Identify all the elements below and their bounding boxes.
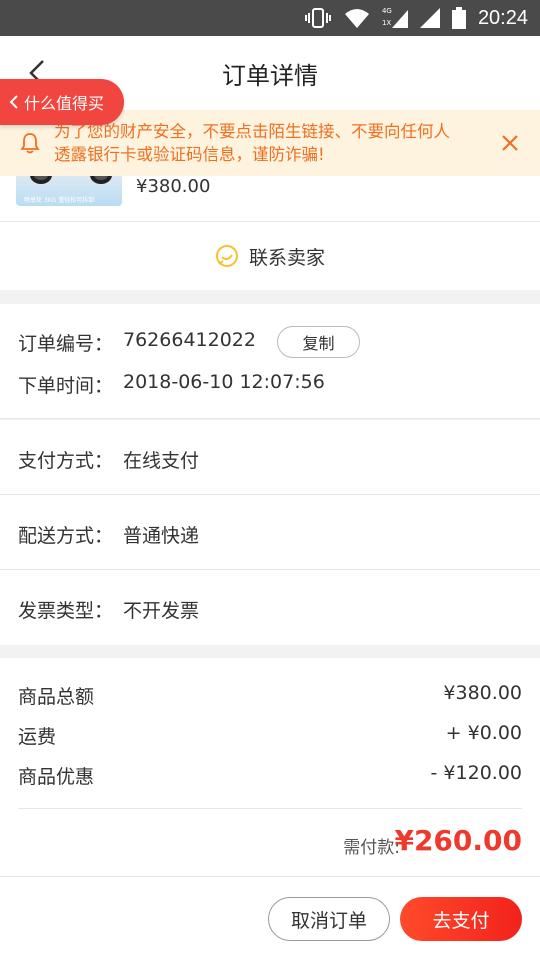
invoice-type-value: 不开发票: [123, 600, 200, 622]
signal-icon: [419, 8, 440, 28]
delivery-method-row: 配送方式： 普通快递: [0, 495, 540, 570]
close-icon: [502, 135, 518, 151]
discount-label: 商品优惠: [18, 766, 95, 788]
delivery-method-label: 配送方式：: [18, 525, 114, 547]
chat-icon: [215, 245, 238, 267]
price-summary-section: 商品总额 ¥380.00 运费 + ¥0.00 商品优惠 - ¥120.00 需…: [0, 658, 540, 876]
clock: 20:24: [477, 6, 528, 29]
pill-label: 什么值得买: [24, 94, 105, 113]
payment-method-value: 在线支付: [123, 450, 200, 472]
amount-due-label: 需付款:: [343, 838, 400, 858]
contact-seller-button[interactable]: 联系卖家: [0, 222, 540, 290]
subtotal-value: ¥380.00: [443, 682, 522, 704]
status-bar: 4G 1X 20:24: [0, 0, 540, 36]
pay-button[interactable]: 去支付: [400, 897, 522, 941]
order-time-value: 2018-06-10 12:07:56: [123, 371, 325, 393]
chevron-left-icon: [9, 95, 18, 109]
warning-text: 为了您的财产安全，不要点击陌生链接、不要向任何人 透露银行卡或验证码信息，谨防诈…: [54, 120, 498, 166]
product-price: ¥380.00: [136, 176, 211, 197]
warning-line-1: 为了您的财产安全，不要点击陌生链接、不要向任何人: [54, 122, 450, 141]
order-info-section: 订单编号： 76266412022 复制 下单时间： 2018-06-10 12…: [0, 304, 540, 419]
amount-due-value: ¥260.00: [394, 824, 522, 857]
bottom-action-bar: 取消订单 去支付: [0, 876, 540, 960]
vibrate-icon: [304, 7, 332, 29]
signal-4g-icon: 4G 1X: [382, 7, 408, 29]
battery-icon: [451, 7, 466, 29]
copy-order-number-button[interactable]: 复制: [277, 326, 360, 358]
order-number-value: 76266412022: [123, 329, 256, 351]
cancel-order-button[interactable]: 取消订单: [268, 897, 390, 941]
discount-value: - ¥120.00: [430, 762, 522, 784]
smzdm-return-pill[interactable]: 什么值得买: [0, 79, 124, 125]
order-number-label: 订单编号：: [18, 333, 114, 355]
close-warning-button[interactable]: [498, 134, 522, 152]
invoice-type-label: 发票类型：: [18, 600, 114, 622]
delivery-method-value: 普通快递: [123, 525, 200, 547]
network-label-1x: 1X: [381, 19, 392, 27]
wheel-graphic: [30, 176, 52, 184]
subtotal-label: 商品总额: [18, 686, 95, 708]
shipping-label: 运费: [18, 726, 57, 748]
contact-seller-label: 联系卖家: [248, 246, 325, 269]
shipping-value: + ¥0.00: [445, 722, 522, 744]
bell-icon: [20, 132, 44, 154]
wheel-graphic: [90, 176, 112, 184]
order-time-label: 下单时间：: [18, 375, 114, 397]
warning-line-2: 透露银行卡或验证码信息，谨防诈骗!: [54, 145, 325, 164]
invoice-type-row: 发票类型： 不开发票: [0, 570, 540, 645]
payment-method-row: 支付方式： 在线支付: [0, 420, 540, 495]
thumbnail-caption: 畅享轮 3KG 重轻松可拆卸: [24, 197, 95, 204]
divider: [18, 808, 522, 809]
product-item[interactable]: 畅享轮 3KG 重轻松可拆卸 ¥380.00: [0, 176, 540, 222]
wifi-icon: [344, 8, 370, 28]
network-label-4g: 4G: [381, 7, 392, 15]
product-thumbnail: 畅享轮 3KG 重轻松可拆卸: [16, 176, 122, 206]
page-title: 订单详情: [222, 61, 318, 90]
payment-method-label: 支付方式：: [18, 450, 114, 472]
